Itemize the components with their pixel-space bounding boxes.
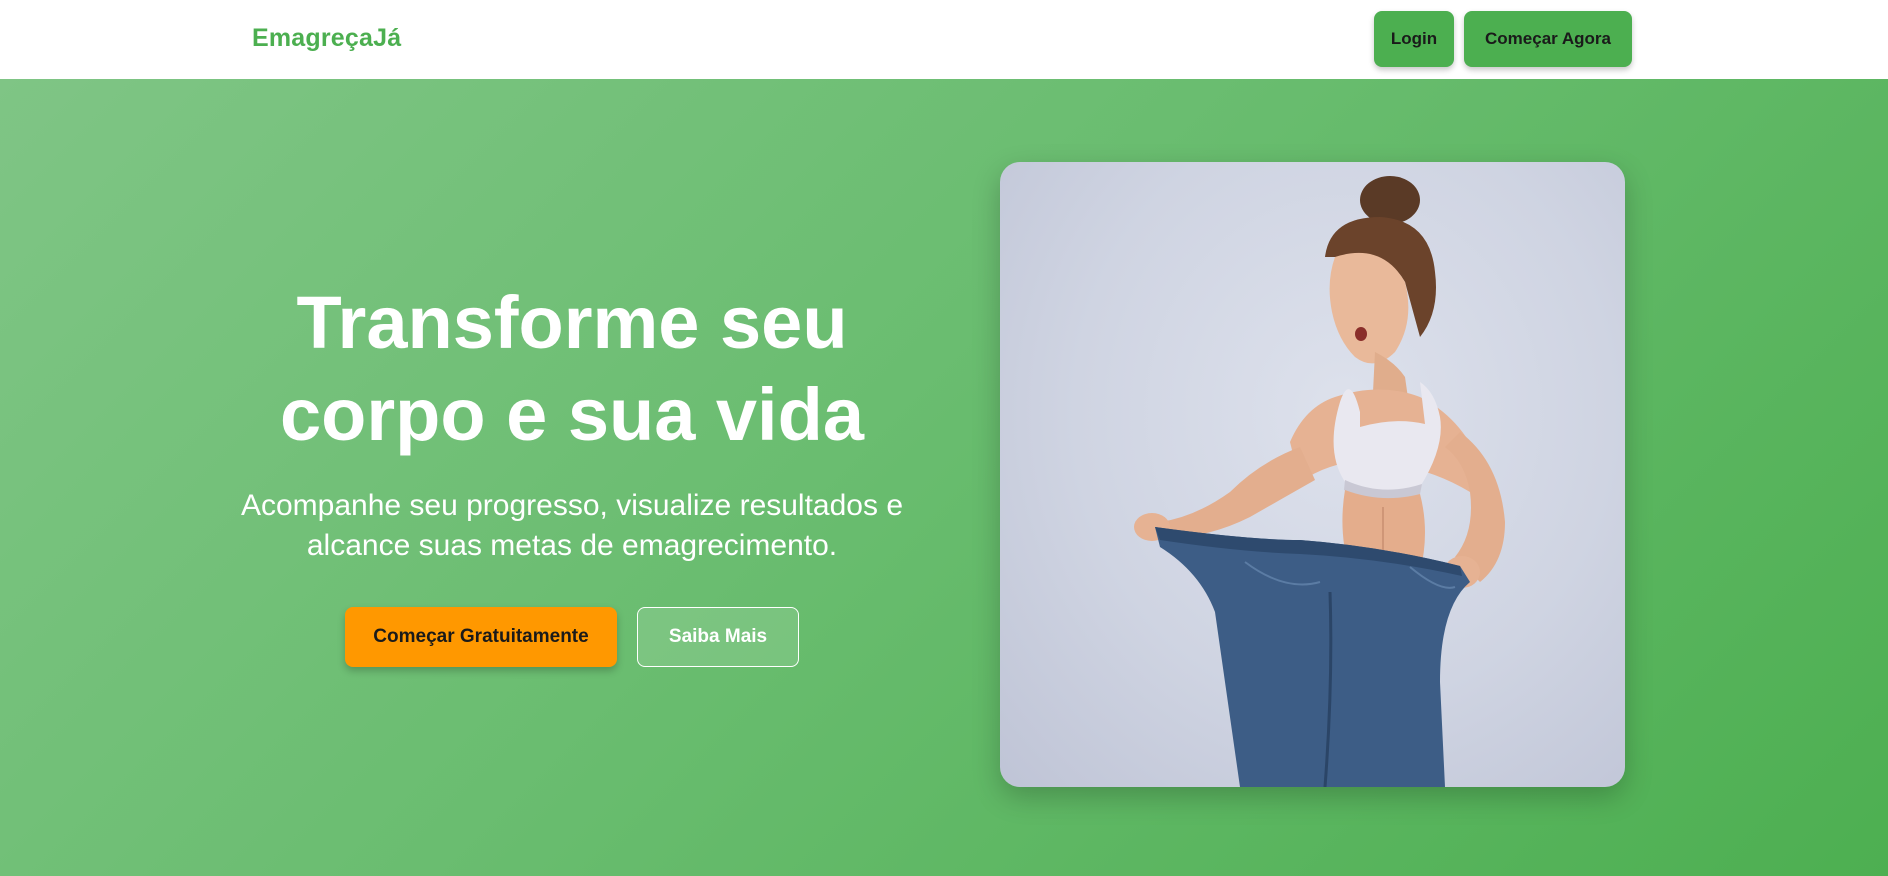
- hero-image: [1000, 162, 1625, 787]
- login-button[interactable]: Login: [1374, 11, 1454, 67]
- hero-section: Transforme seu corpo e sua vida Acompanh…: [0, 79, 1888, 876]
- hero-subtitle: Acompanhe seu progresso, visualize resul…: [240, 489, 904, 562]
- start-now-button[interactable]: Começar Agora: [1464, 11, 1632, 67]
- hero-headline: Transforme seu corpo e sua vida: [280, 281, 864, 456]
- top-navbar: EmagreçaJá Login Começar Agora: [0, 0, 1888, 79]
- start-free-button[interactable]: Começar Gratuitamente: [345, 607, 617, 667]
- brand-logo[interactable]: EmagreçaJá: [252, 24, 401, 53]
- learn-more-button[interactable]: Saiba Mais: [637, 607, 799, 667]
- woman-with-oversized-jeans-illustration: [1134, 176, 1505, 787]
